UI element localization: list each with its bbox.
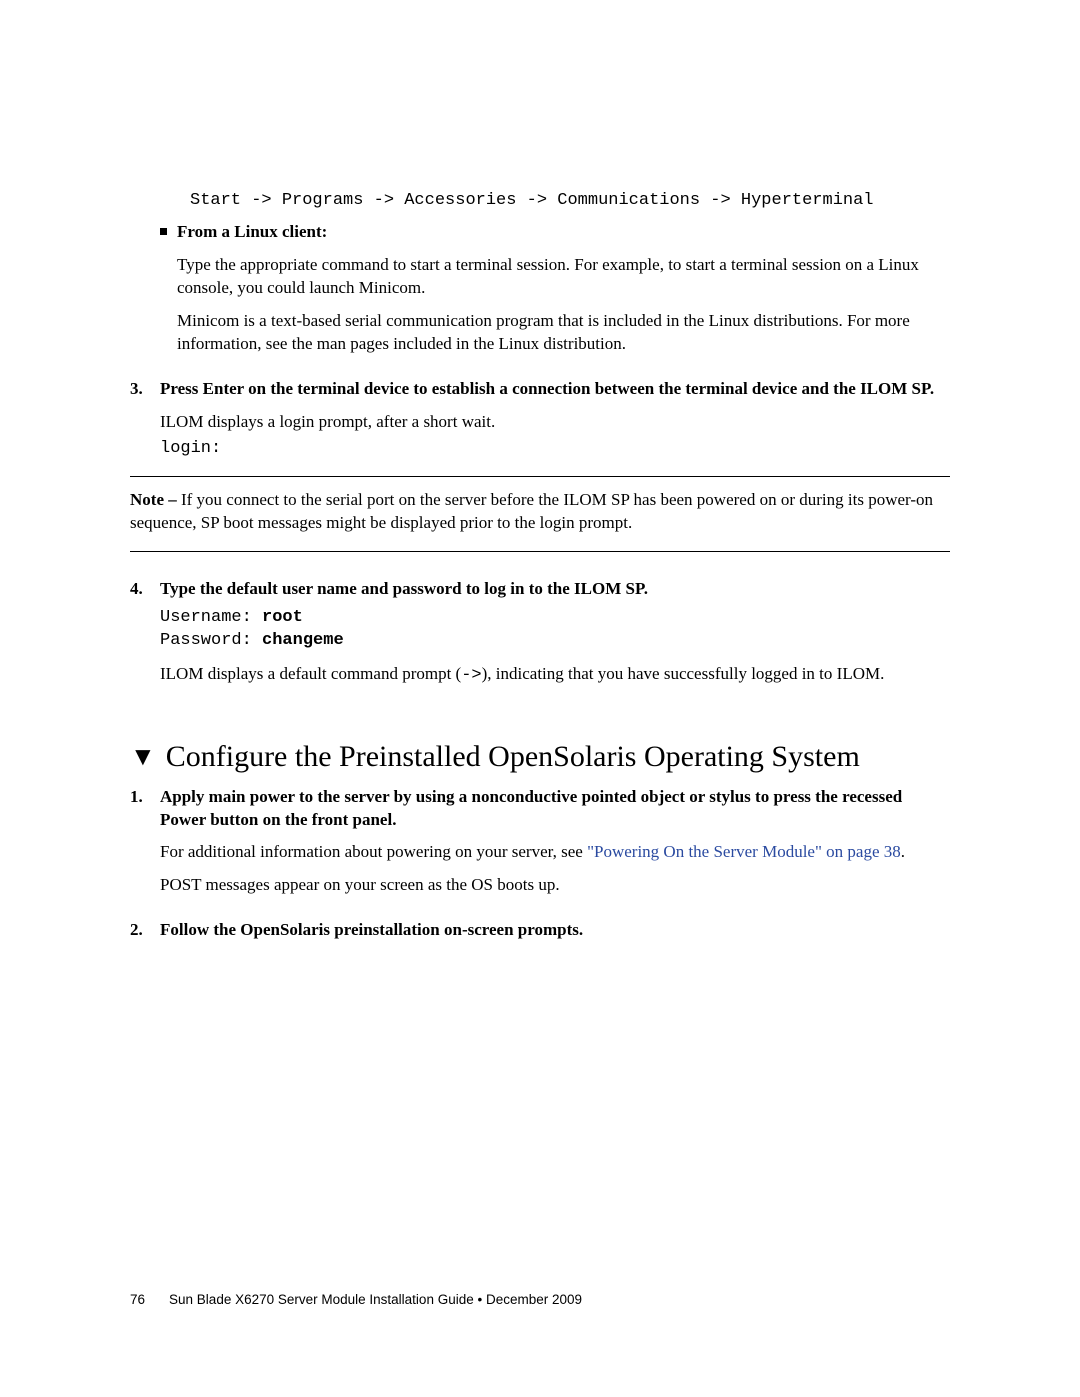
password-value: changeme (262, 631, 344, 650)
password-label: Password: (160, 631, 262, 650)
page-number: 76 (130, 1292, 145, 1307)
square-bullet-icon (160, 228, 167, 235)
step-4-text-a: ILOM displays a default command prompt ( (160, 664, 461, 683)
s2-step-2-number: 2. (130, 919, 160, 942)
s2-step-1-paragraph-1: For additional information about powerin… (160, 841, 950, 864)
note-body: If you connect to the serial port on the… (130, 490, 933, 532)
linux-client-block: From a Linux client: Type the appropriat… (130, 221, 950, 356)
step-3-paragraph: ILOM displays a login prompt, after a sh… (160, 411, 950, 434)
s2-step-2-title: Follow the OpenSolaris preinstallation o… (160, 919, 950, 942)
s2-step-1-text-a: For additional information about powerin… (160, 842, 587, 861)
footer-text: Sun Blade X6270 Server Module Installati… (169, 1292, 582, 1307)
step-3: 3. Press Enter on the terminal device to… (130, 378, 950, 461)
code-hyperterminal-path: Start -> Programs -> Accessories -> Comm… (130, 190, 950, 213)
login-prompt-code: login: (160, 438, 950, 461)
linux-paragraph-2: Minicom is a text-based serial communica… (160, 310, 950, 356)
step-4-text-b: ), indicating that you have successfully… (482, 664, 885, 683)
username-line: Username: root (160, 607, 950, 630)
username-value: root (262, 608, 303, 627)
note-rule-bottom (130, 551, 950, 552)
s2-step-1-number: 1. (130, 786, 160, 898)
step-4-title: Type the default user name and password … (160, 578, 950, 601)
section2-step-2: 2. Follow the OpenSolaris preinstallatio… (130, 919, 950, 942)
triangle-down-icon: ▼ (130, 744, 156, 770)
step-3-title: Press Enter on the terminal device to es… (160, 378, 950, 401)
note-block: Note – If you connect to the serial port… (130, 489, 950, 535)
s2-step-1-text-b: . (901, 842, 905, 861)
step-4: 4. Type the default user name and passwo… (130, 578, 950, 688)
step-4-number: 4. (130, 578, 160, 688)
prompt-code: -> (461, 666, 481, 685)
section-heading: ▼ Configure the Preinstalled OpenSolaris… (130, 738, 950, 776)
document-page: Start -> Programs -> Accessories -> Comm… (0, 0, 1080, 942)
step-3-number: 3. (130, 378, 160, 461)
section2-step-1: 1. Apply main power to the server by usi… (130, 786, 950, 898)
page-footer: 76 Sun Blade X6270 Server Module Installa… (130, 1292, 582, 1307)
s2-step-1-title: Apply main power to the server by using … (160, 786, 950, 832)
step-4-paragraph: ILOM displays a default command prompt (… (160, 663, 950, 688)
password-line: Password: changeme (160, 630, 950, 653)
linux-paragraph-1: Type the appropriate command to start a … (160, 254, 950, 300)
note-label: Note – (130, 490, 181, 509)
username-label: Username: (160, 608, 262, 627)
linux-bullet-label: From a Linux client: (177, 221, 327, 244)
powering-on-link[interactable]: "Powering On the Server Module" on page … (587, 842, 901, 861)
linux-bullet-row: From a Linux client: (160, 221, 950, 244)
s2-step-1-paragraph-2: POST messages appear on your screen as t… (160, 874, 950, 897)
section-title: Configure the Preinstalled OpenSolaris O… (166, 738, 860, 776)
note-rule-top (130, 476, 950, 477)
